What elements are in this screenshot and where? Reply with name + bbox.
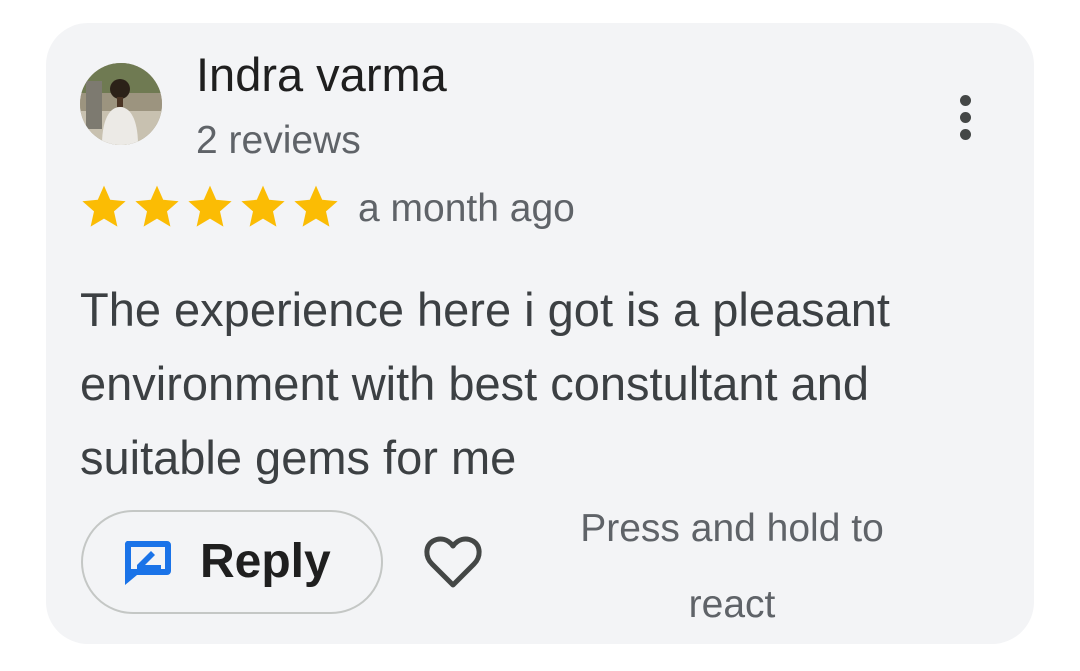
star-icon — [294, 185, 338, 227]
heart-outline-icon[interactable] — [422, 531, 484, 593]
author-name[interactable]: Indra varma — [196, 47, 447, 103]
author-review-count: 2 reviews — [196, 119, 361, 162]
star-rating — [80, 184, 340, 230]
avatar-image — [80, 63, 162, 145]
review-card: Indra varma 2 reviews a month ago The ex… — [46, 23, 1034, 644]
star-icon — [135, 185, 179, 227]
review-text: The experience here i got is a pleasant … — [80, 283, 890, 484]
react-hint: Press and hold to react — [580, 507, 884, 626]
star-icon — [82, 185, 126, 227]
reply-label: Reply — [200, 535, 331, 588]
more-options-button[interactable] — [946, 89, 986, 145]
star-icon — [241, 185, 285, 227]
reply-icon — [124, 541, 171, 585]
more-vert-icon — [960, 112, 971, 123]
more-vert-icon — [960, 129, 971, 140]
star-icon — [188, 185, 232, 227]
avatar[interactable] — [80, 63, 162, 145]
reply-button[interactable]: Reply — [81, 510, 383, 614]
review-time: a month ago — [358, 187, 575, 230]
more-vert-icon — [960, 95, 971, 106]
